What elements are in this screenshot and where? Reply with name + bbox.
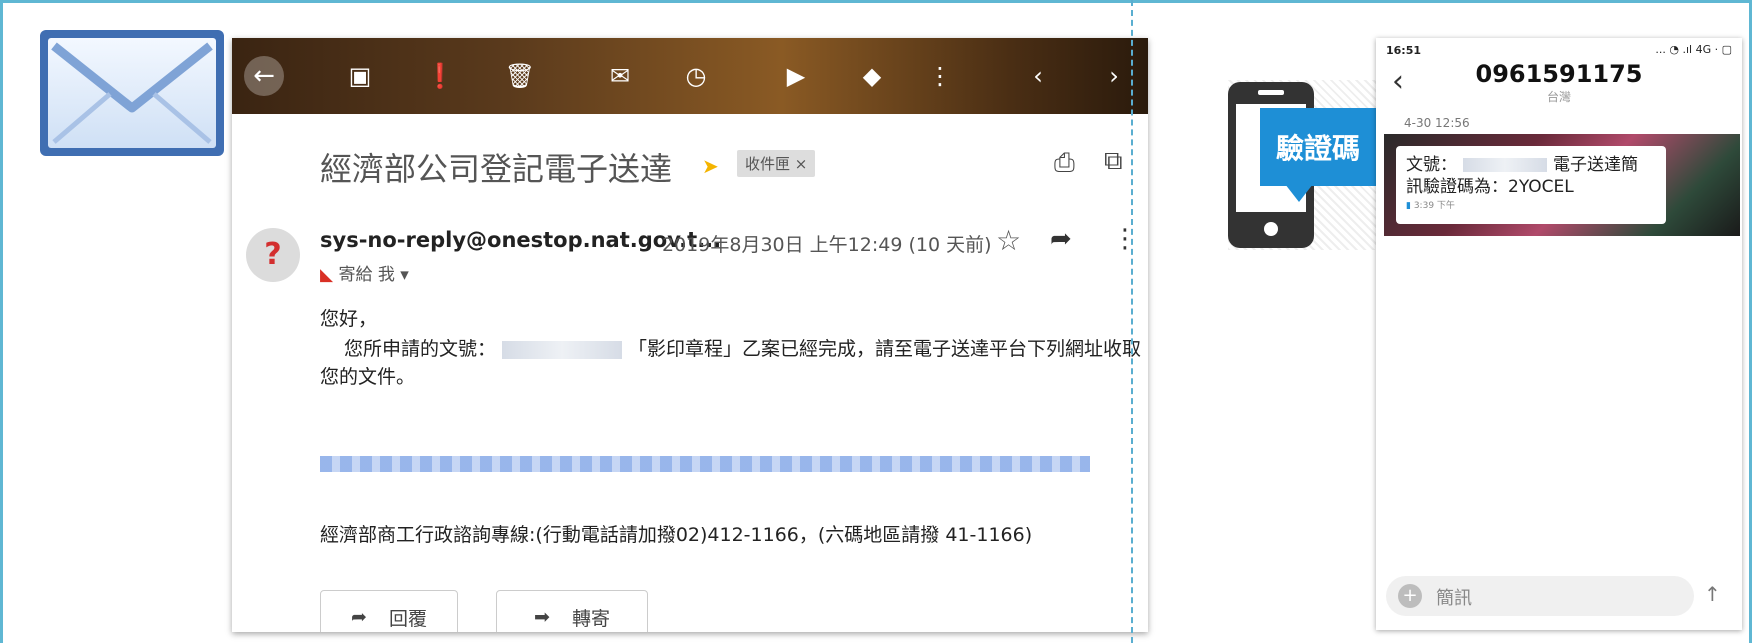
body-line3: 您的文件。 (320, 366, 416, 388)
hotline-text: 經濟部商工行政諮詢專線:(行動電話請加撥02)412-1166，(六碼地區請撥 … (320, 524, 1033, 546)
important-marker-icon[interactable]: ➤ (702, 154, 719, 178)
sms-meta-time: 3:39 下午 (1413, 201, 1455, 211)
status-icons: ... ◔ .ıl 4G · ▢ (1655, 43, 1732, 56)
sim-icon: ▮ (1406, 201, 1411, 211)
reply-icon[interactable]: ➦ (1050, 224, 1072, 254)
archive-icon[interactable]: ▣ (342, 58, 378, 94)
sms-line1: 文號： 電子送達簡 (1406, 154, 1656, 176)
back-arrow-icon[interactable]: ← (244, 56, 284, 96)
email-subject: 經濟部公司登記電子送達 (320, 150, 673, 188)
body-greeting: 您好， (320, 308, 378, 330)
report-spam-icon[interactable]: ❗ (422, 58, 458, 94)
verification-code-badge: 驗證碼 (1260, 108, 1376, 186)
more-icon[interactable]: ⋮ (1112, 224, 1138, 254)
print-icon[interactable]: ⎙ (1054, 148, 1075, 179)
reply-button-icon: ➦ (351, 606, 367, 628)
sms-sender-number: 0961591175 (1475, 60, 1643, 88)
sender-address: sys-no-reply@onestop.nat.gov.t... (320, 228, 722, 252)
important-icon: ◣ (320, 265, 334, 285)
body-main-pre: 您所申請的文號： (344, 338, 497, 360)
reply-button[interactable]: ➦ 回覆 (320, 590, 458, 632)
star-icon[interactable]: ☆ (996, 224, 1021, 257)
redacted-doc-number (1463, 158, 1547, 172)
sms-input-bar[interactable] (1386, 576, 1694, 616)
reply-button-label: 回覆 (388, 607, 427, 630)
sms-input-placeholder[interactable]: 簡訊 (1436, 584, 1472, 610)
body-main-post: 「影印章程」乙案已經完成，請至電子送達平台下列網址收取 (628, 338, 1142, 360)
prev-icon[interactable]: ‹ (1020, 58, 1056, 94)
attach-plus-icon[interactable]: + (1398, 584, 1422, 608)
sender-avatar: ? (246, 228, 300, 282)
sms-line2: 訊驗證碼為：2YOCEL (1406, 177, 1574, 197)
status-time: 16:51 (1386, 44, 1422, 57)
redacted-link[interactable] (320, 456, 1090, 472)
redacted-number (502, 340, 623, 359)
snooze-icon[interactable]: ◷ (678, 58, 714, 94)
sms-date: 4-30 12:56 (1404, 116, 1470, 130)
open-new-window-icon[interactable]: ⧉ (1104, 146, 1123, 177)
forward-button-label: 轉寄 (571, 607, 610, 630)
recipient-text: 寄給 我 ▾ (338, 265, 409, 285)
sms-line1-pre: 文號： (1406, 155, 1457, 175)
recipient-line[interactable]: ◣ 寄給 我 ▾ (320, 260, 409, 285)
body-main: 您所申請的文號： 「影印章程」乙案已經完成，請至電子送達平台下列網址收取 (344, 334, 1141, 361)
send-arrow-icon[interactable]: ↑ (1704, 582, 1721, 606)
divider-line (1131, 0, 1133, 643)
delete-icon[interactable]: 🗑 (502, 58, 538, 94)
badge-tail (1285, 184, 1313, 202)
more-actions-icon[interactable]: ⋮ (922, 58, 958, 94)
sms-meta: ▮ 3:39 下午 (1406, 198, 1656, 211)
forward-button[interactable]: ➡ 轉寄 (496, 590, 648, 632)
envelope-icon (40, 30, 224, 156)
gmail-message-window: ← ▣ ❗ 🗑 ✉ ◷ ▶ ◆ ⋮ ‹ › 經濟部公司登記電子送達 ➤ 收件匣 … (232, 38, 1148, 632)
move-to-icon[interactable]: ▶ (778, 58, 814, 94)
next-icon[interactable]: › (1096, 58, 1132, 94)
sms-message-bubble[interactable]: 文號： 電子送達簡 訊驗證碼為：2YOCEL ▮ 3:39 下午 (1396, 146, 1666, 224)
forward-button-icon: ➡ (534, 606, 550, 628)
sms-screen: 16:51 ... ◔ .ıl 4G · ▢ 0961591175 ‹ 台灣 4… (1376, 38, 1742, 630)
inbox-label-chip[interactable]: 收件匣 × (737, 150, 816, 177)
sms-sender-region: 台灣 (1546, 90, 1571, 104)
mark-unread-icon[interactable]: ✉ (602, 58, 638, 94)
gmail-toolbar: ← ▣ ❗ 🗑 ✉ ◷ ▶ ◆ ⋮ ‹ › (232, 38, 1148, 114)
label-icon[interactable]: ◆ (854, 58, 890, 94)
email-date: 2019年8月30日 上午12:49 (10 天前) (662, 234, 992, 256)
sms-line1-post: 電子送達簡 (1553, 155, 1638, 175)
